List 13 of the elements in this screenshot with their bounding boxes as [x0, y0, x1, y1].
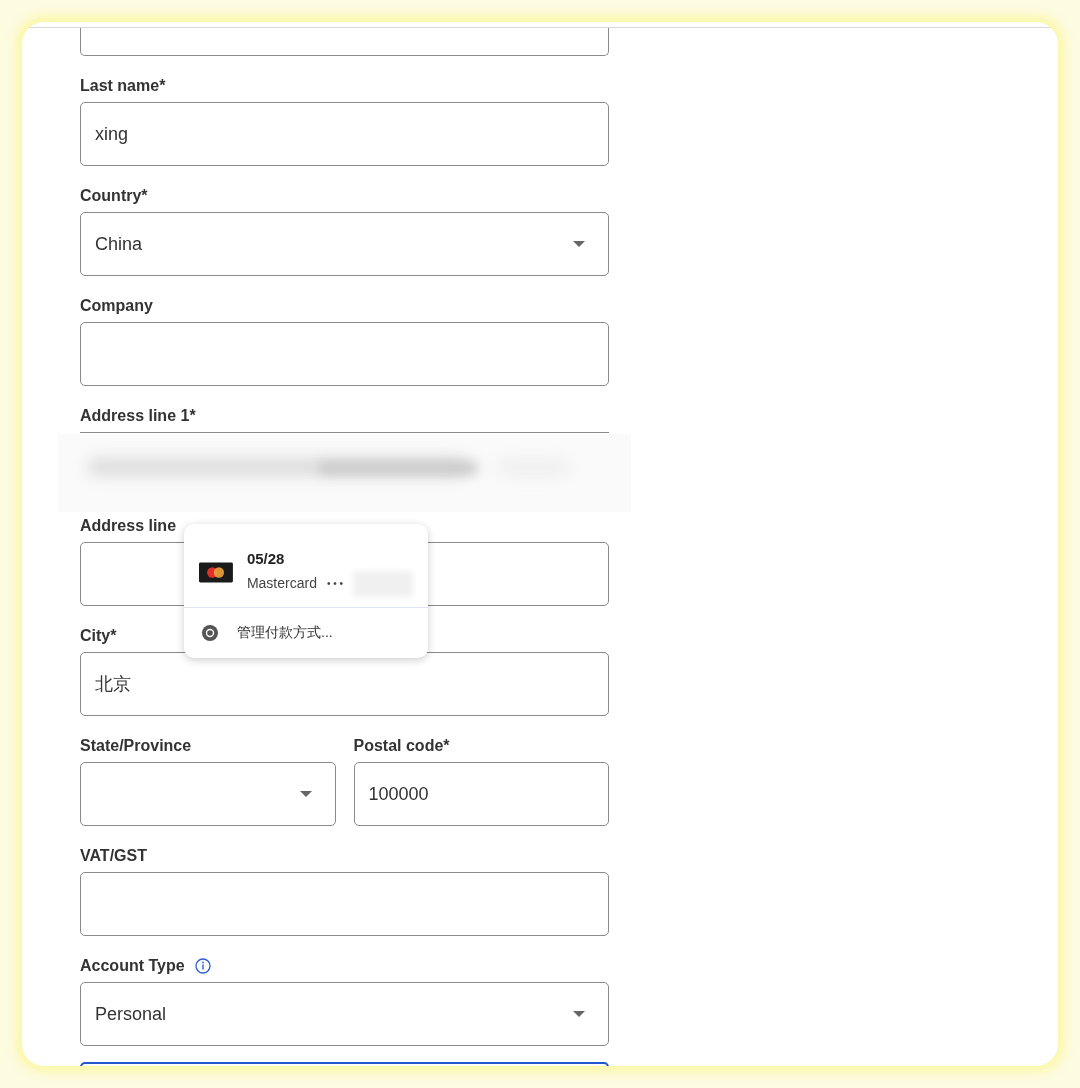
card-brand: Mastercard [246, 574, 317, 593]
field-label: City* [80, 626, 117, 646]
card-expiry: 05/28 [246, 549, 286, 569]
field-label: Address line [80, 516, 177, 536]
field-label: Account Type [80, 956, 185, 976]
field-label: Address line 1* [80, 406, 196, 426]
field-label: State/Province [80, 736, 192, 756]
field-label: Company [80, 296, 153, 316]
field-label: Last name* [80, 76, 166, 96]
field-label: Postal code* [353, 736, 450, 756]
field-label: VAT/GST [80, 846, 147, 866]
field-label: Country* [80, 186, 148, 206]
card-number: • • • [326, 577, 343, 591]
